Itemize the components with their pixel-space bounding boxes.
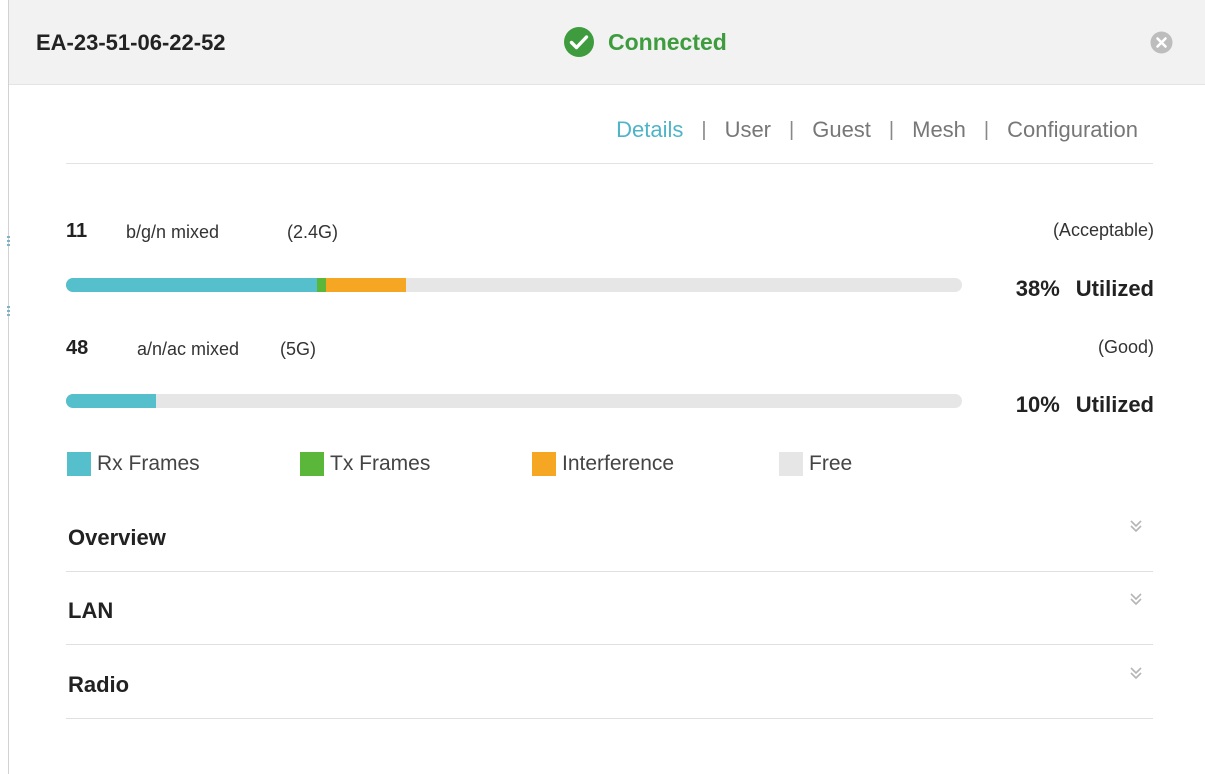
channel-mode: a/n/ac mixed bbox=[137, 339, 240, 359]
utilization-bar-2g bbox=[66, 278, 962, 292]
utilized-label: Utilized bbox=[1075, 276, 1154, 301]
legend-tx-frames: Tx Frames bbox=[300, 452, 430, 476]
tab-separator: | bbox=[888, 118, 895, 141]
channel-band: (5G) bbox=[280, 339, 316, 359]
legend-label: Free bbox=[809, 452, 853, 475]
channel-number: 11 bbox=[66, 220, 88, 242]
channel-band: (2.4G) bbox=[287, 222, 339, 242]
legend-label: Rx Frames bbox=[97, 452, 200, 475]
tab-configuration[interactable]: Configuration bbox=[1007, 117, 1138, 143]
rx-frames-segment bbox=[66, 394, 156, 408]
double-chevron-down-icon[interactable] bbox=[1129, 591, 1143, 607]
utilized-label: Utilized bbox=[1075, 392, 1154, 417]
legend-rx-frames: Rx Frames bbox=[67, 452, 200, 476]
legend-free: Free bbox=[779, 452, 852, 476]
tab-separator: | bbox=[789, 118, 795, 141]
section-title: Overview bbox=[68, 525, 166, 550]
utilization-2g: 38% Utilized bbox=[1016, 276, 1154, 302]
interference-segment bbox=[325, 278, 407, 292]
legend-swatch bbox=[779, 452, 803, 476]
panel-header: EA-23-51-06-22-52 Connected bbox=[9, 0, 1205, 85]
utilization-5g: 10% Utilized bbox=[1016, 392, 1154, 418]
connection-status: Connected bbox=[563, 26, 727, 58]
channel-info-5g: 48 a/n/ac mixed (5G) (Good) bbox=[66, 337, 1154, 363]
section-title: LAN bbox=[68, 598, 114, 623]
legend-label: Tx Frames bbox=[330, 452, 431, 475]
section-title: Radio bbox=[68, 672, 130, 697]
utilization-bar-5g bbox=[66, 394, 962, 408]
section-lan[interactable]: LAN bbox=[66, 572, 1153, 645]
tab-details[interactable]: Details bbox=[616, 117, 683, 143]
legend-swatch bbox=[300, 452, 324, 476]
tab-bar: Details | User | Guest | Mesh | Configur… bbox=[616, 117, 1138, 143]
channel-quality: (Acceptable) bbox=[1052, 220, 1154, 240]
legend-interference: Interference bbox=[532, 452, 674, 476]
tab-guest[interactable]: Guest bbox=[812, 117, 871, 143]
tx-frames-segment bbox=[316, 278, 326, 292]
left-edge-border bbox=[8, 0, 9, 774]
tab-user[interactable]: User bbox=[725, 117, 771, 143]
channel-mode: b/g/n mixed bbox=[126, 222, 220, 242]
section-divider bbox=[66, 718, 1153, 719]
tab-separator: | bbox=[701, 118, 707, 141]
tab-separator: | bbox=[983, 118, 990, 141]
channel-info-2g: 11 b/g/n mixed (2.4G) (Acceptable) bbox=[66, 220, 1154, 246]
channel-number: 48 bbox=[66, 337, 89, 359]
legend-swatch bbox=[532, 452, 556, 476]
utilization-percent: 38% bbox=[1015, 276, 1060, 301]
channel-quality: (Good) bbox=[1097, 337, 1154, 357]
double-chevron-down-icon[interactable] bbox=[1129, 665, 1143, 681]
tabs-divider bbox=[66, 163, 1153, 164]
check-circle-icon bbox=[563, 26, 595, 58]
tab-mesh[interactable]: Mesh bbox=[912, 117, 966, 143]
section-divider bbox=[66, 644, 1153, 645]
device-name: EA-23-51-06-22-52 bbox=[36, 30, 226, 55]
status-text: Connected bbox=[608, 28, 727, 55]
utilization-percent: 10% bbox=[1015, 392, 1060, 417]
legend-label: Interference bbox=[562, 452, 675, 475]
close-icon[interactable] bbox=[1150, 31, 1173, 54]
rx-frames-segment bbox=[66, 278, 317, 292]
double-chevron-down-icon[interactable] bbox=[1129, 518, 1143, 534]
section-radio[interactable]: Radio bbox=[66, 646, 1153, 719]
edge-marker bbox=[7, 306, 10, 316]
section-overview[interactable]: Overview bbox=[66, 499, 1153, 572]
edge-marker bbox=[7, 236, 10, 246]
legend-swatch bbox=[67, 452, 91, 476]
